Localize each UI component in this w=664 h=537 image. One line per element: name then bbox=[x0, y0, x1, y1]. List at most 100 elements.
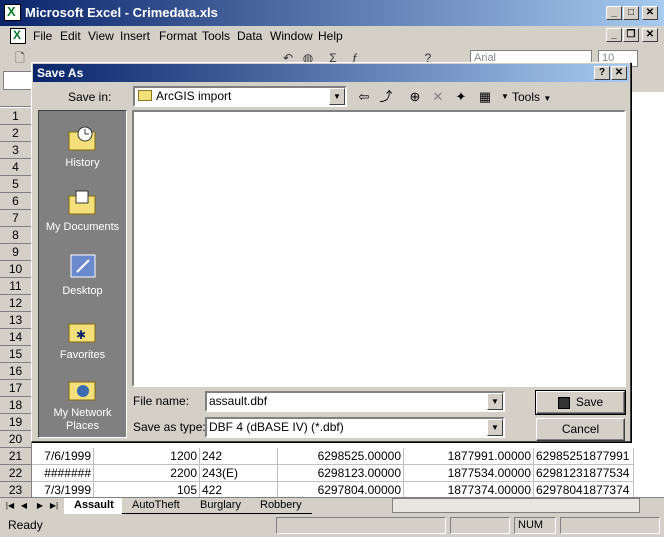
doc-close-button[interactable]: ✕ bbox=[642, 28, 658, 42]
row-header[interactable]: 8 bbox=[0, 227, 32, 244]
num-lock-indicator: NUM bbox=[514, 517, 556, 534]
table-cell[interactable]: 62985251877991 bbox=[534, 448, 634, 465]
select-all-corner[interactable] bbox=[0, 92, 32, 107]
table-cell[interactable]: 242 bbox=[200, 448, 278, 465]
maximize-button[interactable]: □ bbox=[623, 6, 639, 20]
table-cell[interactable]: 1200 bbox=[94, 448, 200, 465]
doc-minimize-button[interactable]: _ bbox=[606, 28, 622, 42]
menu-edit[interactable]: Edit bbox=[60, 29, 81, 43]
table-cell[interactable]: 1877534.00000 bbox=[404, 465, 534, 482]
new-folder-icon[interactable]: ✦ bbox=[451, 87, 471, 107]
back-icon[interactable]: ⇦ bbox=[354, 87, 374, 107]
tab-autotheft[interactable]: AutoTheft bbox=[122, 498, 190, 514]
menu-file[interactable]: File bbox=[33, 29, 52, 43]
prev-sheet-icon[interactable]: ◀ bbox=[18, 499, 30, 513]
floppy-icon bbox=[557, 396, 570, 409]
row-header[interactable]: 5 bbox=[0, 176, 32, 193]
row-header[interactable]: 22 bbox=[0, 465, 32, 482]
save-in-label: Save in: bbox=[68, 90, 112, 104]
table-cell[interactable]: 243(E) bbox=[200, 465, 278, 482]
row-header[interactable]: 19 bbox=[0, 414, 32, 431]
table-cell[interactable]: 6298525.00000 bbox=[278, 448, 404, 465]
name-box[interactable] bbox=[3, 71, 33, 90]
file-name-value: assault.dbf bbox=[209, 394, 268, 408]
file-name-input[interactable]: assault.dbf ▼ bbox=[205, 391, 505, 412]
dialog-help-button[interactable]: ? bbox=[594, 66, 610, 80]
first-sheet-icon[interactable]: |◀ bbox=[4, 499, 16, 513]
tab-burglary[interactable]: Burglary bbox=[190, 498, 251, 514]
row-header[interactable]: 6 bbox=[0, 193, 32, 210]
menu-tools[interactable]: Tools bbox=[202, 29, 230, 43]
delete-icon[interactable]: ✕ bbox=[428, 87, 448, 107]
table-cell[interactable]: 7/6/1999 bbox=[32, 448, 94, 465]
views-icon[interactable]: ▦ bbox=[475, 87, 495, 107]
place-my-network-places[interactable]: My Network Places bbox=[38, 374, 127, 433]
place-favorites[interactable]: ✱ Favorites bbox=[38, 316, 127, 362]
place-desktop[interactable]: Desktop bbox=[38, 252, 127, 298]
place-my-documents[interactable]: My Documents bbox=[38, 188, 127, 234]
row-header[interactable]: 12 bbox=[0, 295, 32, 312]
save-type-label: Save as type: bbox=[133, 420, 206, 434]
file-list[interactable] bbox=[132, 110, 626, 387]
row-header[interactable]: 1 bbox=[0, 108, 32, 125]
row-header[interactable]: 3 bbox=[0, 142, 32, 159]
table-cell[interactable]: 6298123.00000 bbox=[278, 465, 404, 482]
workbook-icon[interactable]: X bbox=[10, 28, 26, 44]
favorites-icon: ✱ bbox=[68, 323, 95, 343]
tab-assault[interactable]: Assault bbox=[64, 498, 124, 514]
chevron-down-icon[interactable]: ▼ bbox=[487, 419, 503, 436]
place-label: My Network Places bbox=[53, 407, 112, 432]
table-cell[interactable]: ####### bbox=[32, 465, 94, 482]
row-header[interactable]: 14 bbox=[0, 329, 32, 346]
row-header[interactable]: 20 bbox=[0, 431, 32, 448]
menu-view[interactable]: View bbox=[88, 29, 114, 43]
save-type-select[interactable]: DBF 4 (dBASE IV) (*.dbf) ▼ bbox=[205, 417, 505, 438]
chevron-down-icon[interactable]: ▼ bbox=[487, 393, 503, 410]
desktop-icon bbox=[70, 254, 95, 278]
minimize-button[interactable]: _ bbox=[606, 6, 622, 20]
row-header[interactable]: 18 bbox=[0, 397, 32, 414]
save-in-select[interactable]: ArcGIS import ▼ bbox=[133, 86, 347, 107]
new-icon[interactable]: 🗋 bbox=[12, 50, 28, 66]
horizontal-scrollbar[interactable] bbox=[392, 498, 640, 513]
last-sheet-icon[interactable]: ▶| bbox=[48, 499, 60, 513]
cancel-button[interactable]: Cancel bbox=[536, 418, 625, 441]
table-cell[interactable]: 1877991.00000 bbox=[404, 448, 534, 465]
save-button[interactable]: Save bbox=[535, 390, 626, 415]
row-header[interactable]: 10 bbox=[0, 261, 32, 278]
row-header[interactable]: 2 bbox=[0, 125, 32, 142]
up-folder-icon[interactable]: ⤴ bbox=[376, 87, 396, 107]
table-cell[interactable]: 62981231877534 bbox=[534, 465, 634, 482]
menu-window[interactable]: Window bbox=[270, 29, 313, 43]
row-header[interactable]: 11 bbox=[0, 278, 32, 295]
row-header[interactable]: 16 bbox=[0, 363, 32, 380]
close-button[interactable]: ✕ bbox=[642, 6, 658, 20]
row-header[interactable]: 15 bbox=[0, 346, 32, 363]
menu-bar: X File Edit View Insert Format Tools Dat… bbox=[0, 26, 664, 46]
dialog-titlebar[interactable]: Save As ? ✕ bbox=[33, 64, 629, 82]
tab-robbery[interactable]: Robbery bbox=[250, 498, 312, 514]
place-history[interactable]: History bbox=[38, 124, 127, 170]
next-sheet-icon[interactable]: ▶ bbox=[34, 499, 46, 513]
menu-help[interactable]: Help bbox=[318, 29, 343, 43]
network-icon bbox=[68, 381, 95, 401]
place-label: History bbox=[65, 157, 100, 169]
menu-format[interactable]: Format bbox=[159, 29, 197, 43]
row-header[interactable]: 7 bbox=[0, 210, 32, 227]
row-header[interactable]: 9 bbox=[0, 244, 32, 261]
table-cell[interactable]: 2200 bbox=[94, 465, 200, 482]
dialog-close-button[interactable]: ✕ bbox=[611, 66, 627, 80]
menu-insert[interactable]: Insert bbox=[120, 29, 150, 43]
window-title: Microsoft Excel - Crimedata.xls bbox=[25, 5, 218, 20]
window-titlebar[interactable]: X Microsoft Excel - Crimedata.xls _ □ ✕ bbox=[0, 0, 664, 26]
row-header[interactable]: 17 bbox=[0, 380, 32, 397]
row-header[interactable]: 13 bbox=[0, 312, 32, 329]
search-web-icon[interactable]: ⊕ bbox=[405, 87, 425, 107]
tools-menu[interactable]: Tools ▼ bbox=[512, 90, 551, 104]
doc-restore-button[interactable]: ❐ bbox=[623, 28, 639, 42]
row-header[interactable]: 4 bbox=[0, 159, 32, 176]
chevron-down-icon[interactable]: ▼ bbox=[329, 88, 345, 105]
svg-text:✱: ✱ bbox=[76, 328, 86, 342]
row-header[interactable]: 21 bbox=[0, 448, 32, 465]
menu-data[interactable]: Data bbox=[237, 29, 262, 43]
